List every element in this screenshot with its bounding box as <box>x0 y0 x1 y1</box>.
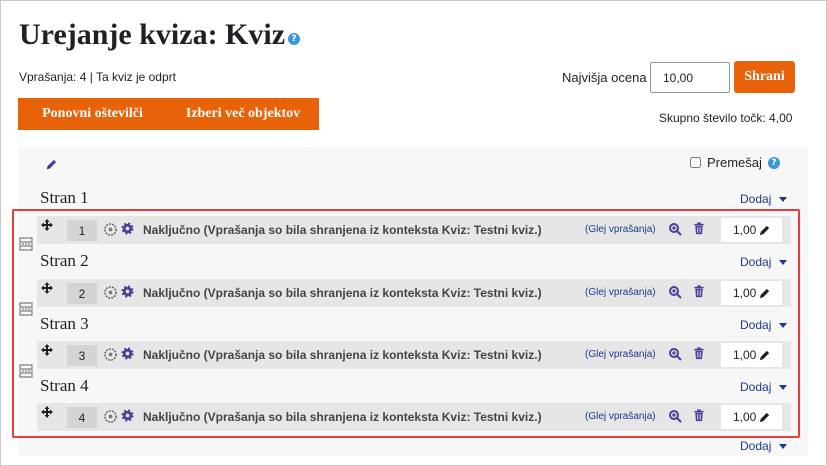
caret-down-icon <box>779 196 788 202</box>
repaginate-button[interactable]: Ponovni oštevilči <box>18 98 167 130</box>
page-title: Urejanje kviza: Kviz ? <box>19 18 301 52</box>
shuffle-help-icon[interactable]: ? <box>767 156 780 169</box>
highlight-box <box>12 209 800 438</box>
edit-heading-pencil-icon[interactable] <box>45 158 58 176</box>
add-menu[interactable]: Dodaj <box>740 439 788 453</box>
shuffle-control: Premešaj ? <box>690 155 780 170</box>
page-heading: Stran 1 <box>40 188 89 207</box>
quiz-info: Vprašanja: 4 | Ta kviz je odprt <box>19 70 176 84</box>
add-menu[interactable]: Dodaj <box>740 192 788 206</box>
max-grade-input[interactable] <box>650 62 730 93</box>
add-label: Dodaj <box>740 439 772 453</box>
total-marks: Skupno število točk: 4,00 <box>659 111 793 125</box>
help-icon[interactable]: ? <box>288 33 301 45</box>
save-button[interactable]: Shrani <box>734 61 795 93</box>
shuffle-label: Premešaj <box>707 155 762 170</box>
action-button-group: Ponovni oštevilči Izberi več objektov <box>18 98 319 130</box>
select-multiple-button[interactable]: Izberi več objektov <box>167 98 319 130</box>
page-title-text: Urejanje kviza: Kviz <box>19 18 286 51</box>
shuffle-checkbox[interactable] <box>690 157 701 168</box>
add-label: Dodaj <box>740 192 772 206</box>
caret-down-icon <box>779 443 788 449</box>
max-grade-label: Najvišja ocena <box>562 70 647 85</box>
